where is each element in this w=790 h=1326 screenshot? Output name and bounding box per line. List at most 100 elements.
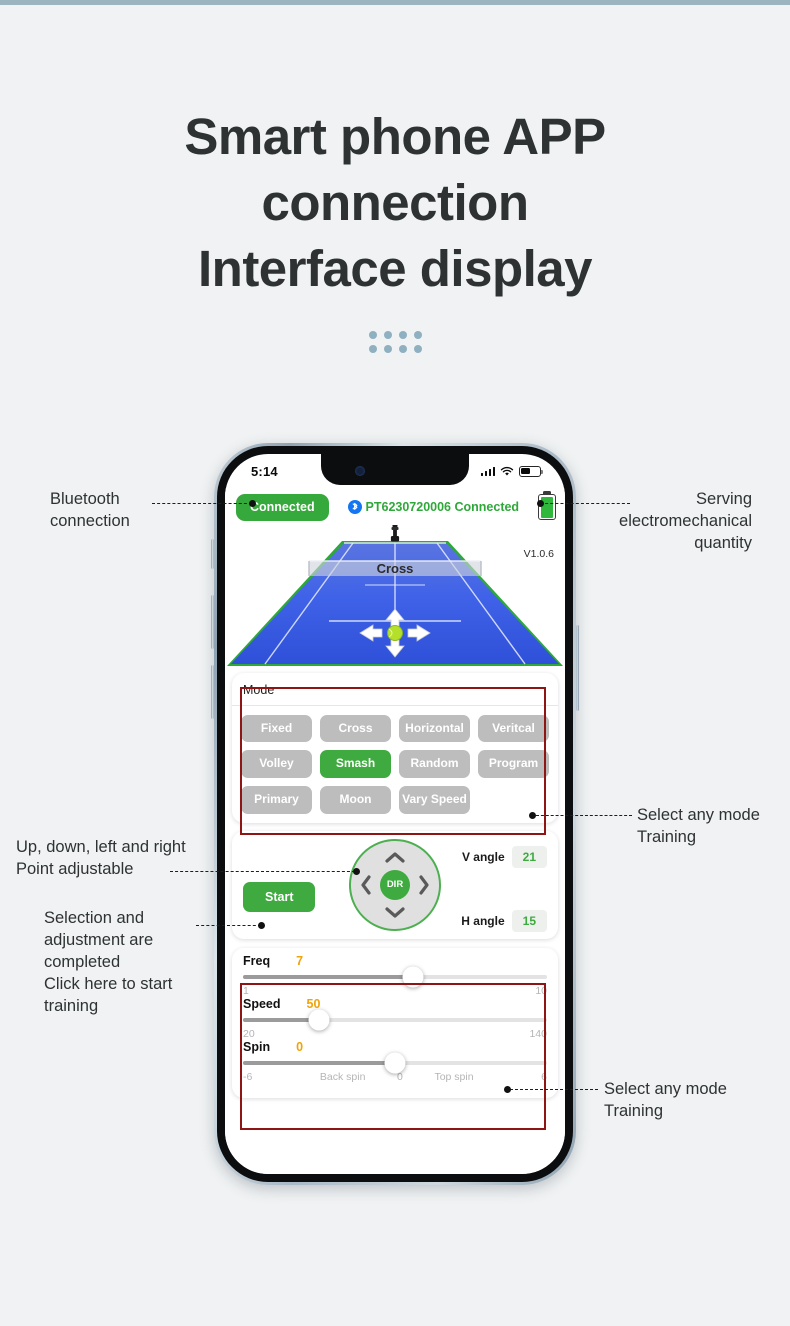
slider-freq-fill [243,974,414,979]
phone-notch [321,454,469,485]
phone-screen: 5:14 Connected PT6230720006 Connected V1… [225,454,565,1174]
ball-machine-icon [389,524,402,543]
leader-dot-slider-right [504,1086,511,1093]
chevron-up-icon[interactable] [385,851,405,863]
slider-spin-track[interactable] [243,1052,547,1074]
slider-freq-label: Freq [243,953,271,968]
slider-card: Freq 7 1 10 Speed 50 20 140 Spin 0 -6 Ba… [232,947,558,1098]
annotation-slider-right: Select any mode Training [604,1078,790,1122]
mode-button-veritcal[interactable]: Veritcal [478,714,549,743]
slider-freq-max: 10 [535,984,547,997]
slider-speed-scale: 20 140 [243,1028,547,1040]
battery-icon [519,465,543,477]
v-angle-value[interactable]: 21 [511,845,547,868]
annotation-point-line-1: Up, down, left and right [16,838,186,856]
slider-speed-thumb[interactable] [308,1009,330,1031]
chevron-left-icon[interactable] [360,875,372,895]
annotation-serving-line-2: electromechanical [619,512,752,530]
annotation-start-line-3: completed [44,953,121,971]
mode-button-volley[interactable]: Volley [241,750,312,779]
annotation-serving-line-3: quantity [694,534,752,552]
annotation-point-adjustable: Up, down, left and right Point adjustabl… [16,836,246,880]
dir-center-button[interactable]: DIR [380,869,410,900]
annotation-bluetooth-line-1: Bluetooth [50,490,120,508]
slider-spin-fill [243,1060,395,1065]
chevron-right-icon[interactable] [418,875,430,895]
slider-freq-head: Freq 7 [243,954,547,968]
status-bar-time: 5:14 [251,463,278,479]
mode-button-random[interactable]: Random [399,750,470,779]
phone-mute-switch[interactable] [211,539,214,569]
slider-spin-back-label: Back spin [319,1070,366,1083]
slider-spin-thumb[interactable] [384,1052,406,1074]
phone-volume-up-button[interactable] [211,595,214,649]
slider-freq-thumb[interactable] [402,966,424,988]
page-root: Smart phone APP connection Interface dis… [0,0,790,1326]
device-status: PT6230720006 Connected [347,500,520,515]
front-camera-icon [355,466,365,476]
connected-badge[interactable]: Connected [236,494,329,521]
slider-freq-track[interactable] [243,966,547,988]
h-angle-value[interactable]: 15 [511,909,547,932]
device-connected-text: PT6230720006 Connected [365,500,520,515]
leader-dot-start [258,922,265,929]
page-title-line-1: Smart phone APP [184,108,606,165]
leader-dot-bluetooth [249,500,256,507]
leader-dot-serving [537,500,544,507]
slider-freq-scale: 1 10 [243,985,547,997]
tennis-ball-icon [387,624,403,641]
annotation-bluetooth: Bluetooth connection [50,488,230,532]
connection-row: Connected PT6230720006 Connected [225,488,565,525]
mode-card-title: Mode [232,673,558,706]
annotation-mode-right-line-1: Select any mode [637,806,760,824]
court-view[interactable]: V1.0.6 Cross [225,524,565,669]
wifi-icon [500,466,514,476]
chevron-down-icon[interactable] [385,907,405,919]
mode-button-vary-speed[interactable]: Vary Speed [399,786,470,814]
mode-button-primary[interactable]: Primary [241,786,312,814]
slider-freq-value: 7 [296,953,304,968]
annotation-mode-right: Select any mode Training [637,804,790,848]
mode-button-smash[interactable]: Smash [320,750,391,779]
v-angle-label: V angle [461,849,505,864]
annotation-slider-right-line-2: Training [604,1102,663,1120]
dots-grid [368,331,422,353]
phone-power-button[interactable] [576,625,579,711]
mode-button-program[interactable]: Program [478,750,549,779]
bluetooth-icon [347,500,362,515]
annotation-start-line-2: adjustment are [44,931,154,949]
slider-spin-min: -6 [243,1070,253,1083]
mode-button-moon[interactable]: Moon [320,786,391,814]
h-angle-label: H angle [461,913,505,928]
mode-button-grid: Fixed Cross Horizontal Veritcal Volley S… [232,706,558,823]
leader-dot-mode-right [529,812,536,819]
annotation-serving: Serving electromechanical quantity [532,488,752,554]
annotation-start-line-1: Selection and [44,909,144,927]
cellular-signal-icon [480,466,495,476]
leader-line-mode-right [536,815,632,816]
decorative-dots [0,331,790,353]
direction-pad[interactable]: DIR [349,838,441,931]
slider-speed-track[interactable] [243,1009,547,1031]
start-button[interactable]: Start [243,881,316,912]
phone-mockup: 5:14 Connected PT6230720006 Connected V1… [211,443,579,1185]
mode-button-fixed[interactable]: Fixed [241,714,312,743]
phone-volume-down-button[interactable] [211,665,214,719]
annotation-point-line-2: Point adjustable [16,860,134,878]
annotation-bluetooth-line-2: connection [50,512,130,530]
slider-spin-label: Spin [243,1039,271,1054]
four-way-arrows-icon[interactable] [358,607,432,659]
annotation-serving-line-1: Serving [696,490,752,508]
page-title-line-3: Interface display [198,240,593,297]
mode-button-horizontal[interactable]: Horizontal [399,714,470,743]
slider-freq: Freq 7 1 10 [243,954,547,997]
slider-speed-head: Speed 50 [243,997,547,1011]
slider-speed-label: Speed [243,996,281,1011]
slider-spin: Spin 0 -6 Back spin 0 Top spin 6 [243,1040,547,1083]
mode-button-cross[interactable]: Cross [320,714,391,743]
slider-speed: Speed 50 20 140 [243,997,547,1040]
slider-spin-top-label: Top spin [434,1070,474,1083]
v-angle-row: V angle 21 [461,845,547,868]
annotation-start-training: Selection and adjustment are completed C… [44,907,244,1017]
status-bar-indicators [480,465,543,477]
